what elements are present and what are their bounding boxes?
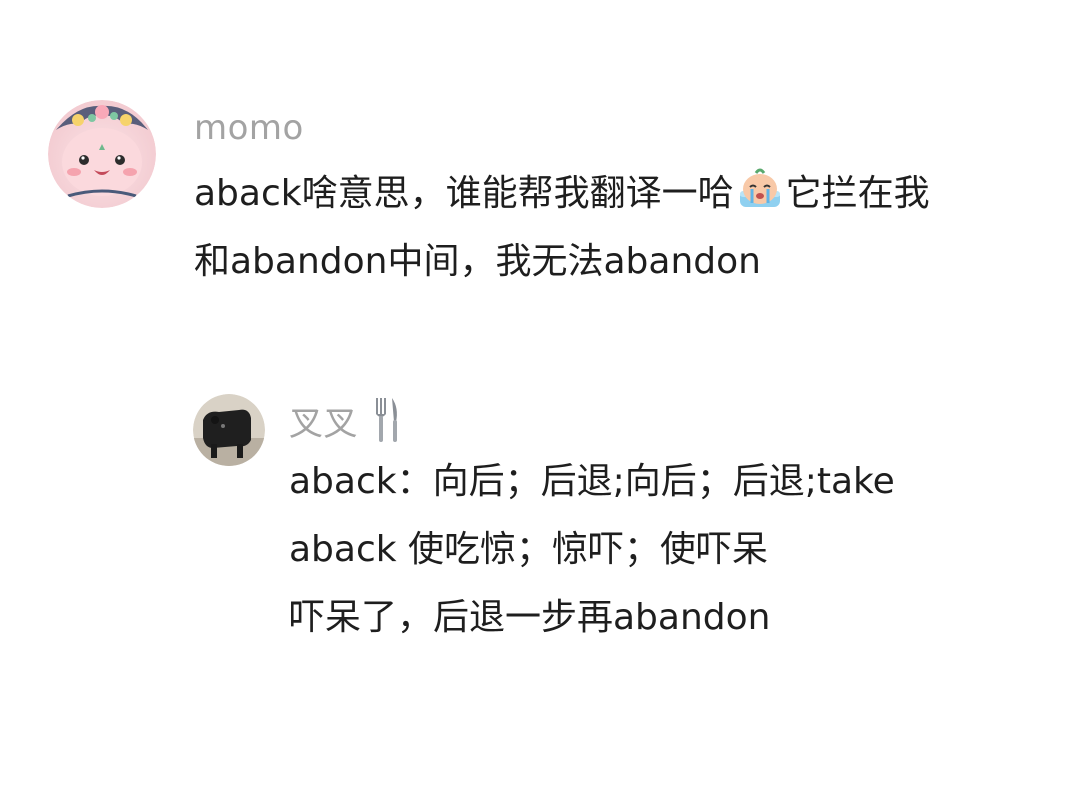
avatar[interactable]: [48, 100, 156, 208]
comment-line-2: 和abandon中间，我无法abandon: [194, 241, 761, 282]
name-row: momo: [194, 100, 1052, 156]
crying-face-emoji-icon: [736, 166, 784, 210]
avatar[interactable]: [193, 394, 265, 466]
comment-main: momo aback啥意思，谁能帮我翻译一哈 它拦在我 和abandon中间，我…: [48, 100, 1052, 296]
username[interactable]: 叉叉: [289, 396, 358, 445]
reply-line: 吓呆了，后退一步再abandon: [289, 597, 771, 638]
comment-reply: 叉叉 aback：向后；后退;向后；后退;take aback 使吃惊；惊吓；使…: [193, 392, 1009, 652]
comment-text: aback啥意思，谁能帮我翻译一哈 它拦在我 和abandon中间，我无法aba…: [194, 160, 1052, 296]
fork-knife-icon: [372, 396, 402, 444]
comment-text-part: aback啥意思，谁能帮我翻译一哈: [194, 173, 734, 214]
reply-line: aback 使吃惊；惊吓；使吓呆: [289, 529, 769, 570]
comment-body: 叉叉 aback：向后；后退;向后；后退;take aback 使吃惊；惊吓；使…: [289, 392, 1009, 652]
username[interactable]: momo: [194, 108, 304, 148]
name-row: 叉叉: [289, 392, 1009, 448]
comment-body: momo aback啥意思，谁能帮我翻译一哈 它拦在我 和abandon中间，我…: [194, 100, 1052, 296]
comment-thread: momo aback啥意思，谁能帮我翻译一哈 它拦在我 和abandon中间，我…: [0, 0, 1080, 810]
comment-line-1: aback啥意思，谁能帮我翻译一哈 它拦在我: [194, 160, 1052, 228]
comment-text-part: 它拦在我: [785, 173, 930, 214]
reply-line: aback：向后；后退;向后；后退;take: [289, 461, 895, 502]
reply-text: aback：向后；后退;向后；后退;take aback 使吃惊；惊吓；使吓呆 …: [289, 448, 1009, 652]
